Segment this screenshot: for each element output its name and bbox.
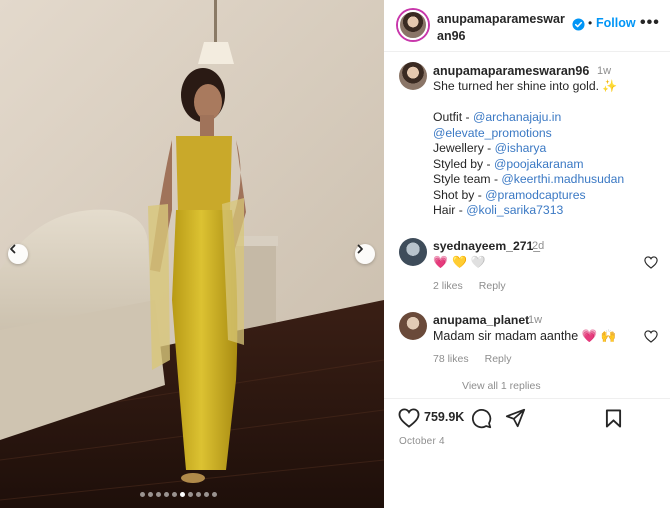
header-avatar[interactable] [398,10,428,40]
carousel-dot [180,492,185,497]
white-heart-emoji: 🤍 [470,255,486,269]
credit-label: Styled by - [433,156,494,171]
comment-avatar[interactable] [399,238,427,266]
credit-mention-link[interactable]: @koli_sarika7313 [466,203,563,217]
carousel-dot [188,492,193,497]
caption-credit-line: Jewellery - @isharya [433,141,663,157]
credit-mention-link[interactable]: @pramodcaptures [485,188,585,202]
carousel-dot [204,492,209,497]
comment-likes[interactable]: 2 likes [433,280,463,292]
comment-meta: 78 likes Reply [433,353,511,365]
carousel-dot [212,492,217,497]
comment-time: 2d [532,240,545,252]
comment-like-heart-icon[interactable] [644,256,658,269]
post-header: anupamaparameswaran96 • Follow ••• [384,0,670,52]
caption-credit-line: Shot by - @pramodcaptures [433,188,663,204]
reply-button[interactable]: Reply [485,353,512,365]
comment-username[interactable]: anupama_planet [433,313,529,327]
header-username[interactable]: anupamaparameswaran96 [437,11,567,45]
reply-button[interactable]: Reply [479,280,506,292]
share-icon[interactable] [505,408,526,428]
follow-button[interactable]: Follow [596,16,636,30]
comment-like-heart-icon[interactable] [644,330,658,343]
carousel-dot [140,492,145,497]
pink-heart-emoji: 💗 [433,255,448,269]
caption-credit-line: Outfit - @archanajaju.in [433,110,663,126]
chevron-right-icon [357,244,363,254]
verified-badge-icon [572,18,585,31]
credit-mention-link[interactable]: @isharya [495,141,547,155]
like-count[interactable]: 759.9K [424,410,464,424]
caption-credit-line: Style team - @keerthi.madhusudan [433,172,663,188]
caption-credit-line: @elevate_promotions [433,126,663,142]
comment-time: 1w [528,314,543,326]
caption-avatar[interactable] [399,62,427,90]
caption-credit-line: Styled by - @poojakaranam [433,157,663,173]
carousel-dot [196,492,201,497]
view-replies-link[interactable]: View all 1 replies [462,380,541,392]
carousel-dot [156,492,161,497]
carousel-dots [140,492,217,497]
post-actions: 759.9K October 4 [384,398,670,508]
carousel-dot [148,492,153,497]
credit-label: Outfit - [433,110,473,124]
credit-label: Hair - [433,203,467,217]
comment-avatar[interactable] [399,312,427,340]
comment-text: Madam sir madam aanthe 💗 🙌 [433,329,617,343]
post-sidebar: anupamaparameswaran96 • Follow ••• anupa… [384,0,670,508]
comment-emojis: 💗 💛 🤍 [433,255,486,269]
save-bookmark-icon[interactable] [605,409,622,428]
credit-label: Style team - [433,172,502,186]
carousel-next-button[interactable] [355,244,375,264]
caption-credit-line: Hair - @koli_sarika7313 [433,203,663,219]
chevron-left-icon [10,244,16,254]
comment-meta: 2 likes Reply [433,280,506,292]
caption-credits: Outfit - @archanajaju.in @elevate_promoti… [433,110,663,219]
carousel-dot [164,492,169,497]
comments-section: anupamaparameswaran96 1w She turned her … [384,52,670,398]
credit-label: Shot by - [433,187,486,202]
photo-illustration [0,0,384,508]
credit-mention-link[interactable]: @elevate_promotions [433,126,552,140]
comment-username[interactable]: syednayeem_271_ [433,239,540,253]
yellow-heart-emoji: 💛 [451,255,467,269]
post-date: October 4 [399,436,445,447]
credit-mention-link[interactable]: @archanajaju.in [473,110,561,124]
caption-text: She turned her shine into gold. ✨ Outfit… [433,79,663,219]
caption-username[interactable]: anupamaparameswaran96 [433,64,589,78]
header-separator: • [588,16,593,30]
comment-likes[interactable]: 78 likes [433,353,469,365]
caption-first-line: She turned her shine into gold. ✨ [433,79,618,93]
post-photo[interactable] [0,0,384,508]
more-options-icon[interactable]: ••• [640,14,660,32]
credit-mention-link[interactable]: @poojakaranam [494,157,584,171]
like-heart-icon[interactable] [398,408,420,428]
carousel-prev-button[interactable] [8,244,28,264]
credit-mention-link[interactable]: @keerthi.madhusudan [501,172,624,186]
credit-label: Jewellery - [433,141,495,155]
carousel-dot [172,492,177,497]
caption-time: 1w [597,65,612,77]
comment-icon[interactable] [471,408,492,429]
